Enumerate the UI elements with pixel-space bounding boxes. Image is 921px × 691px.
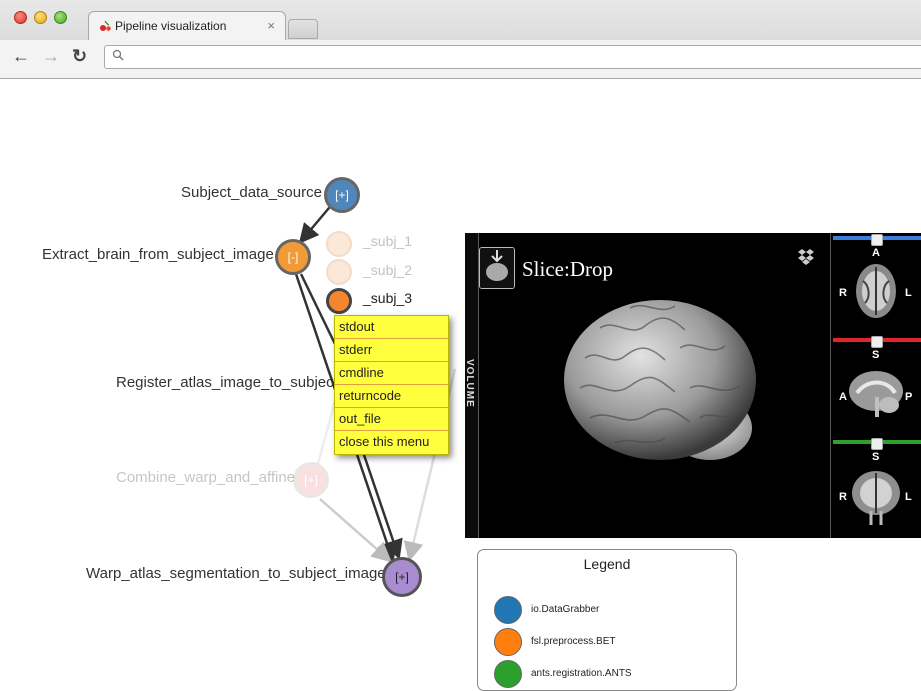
- subject-label-3: _subj_3: [363, 290, 413, 306]
- edge-register-to-combine: [316, 400, 337, 465]
- axial-slice-image: [856, 264, 896, 318]
- subject-label-1: _subj_1: [363, 233, 413, 249]
- volume-tab[interactable]: VOLUME: [464, 233, 479, 538]
- browser-chrome: Pipeline visualization × ← → ↻: [0, 0, 921, 79]
- search-icon: [112, 49, 124, 61]
- tab-close-icon[interactable]: ×: [267, 18, 275, 33]
- subject-node-1[interactable]: [326, 231, 352, 257]
- node-label-warp-atlas: Warp_atlas_segmentation_to_subject_image: [86, 565, 386, 582]
- axial-panel[interactable]: A R L: [831, 233, 921, 331]
- node-label-extract-brain: Extract_brain_from_subject_image: [42, 246, 274, 263]
- node-combine-warp[interactable]: [+]: [293, 462, 329, 498]
- node-subject-data-source[interactable]: [+]: [324, 177, 360, 213]
- toolbar: ← → ↻: [0, 40, 921, 78]
- node-label-subject-data-source: Subject_data_source: [181, 184, 322, 201]
- address-bar[interactable]: [104, 45, 921, 69]
- volume-tab-label: VOLUME: [464, 359, 475, 408]
- expand-button-label: [+]: [304, 473, 318, 487]
- dropbox-icon[interactable]: [797, 249, 815, 265]
- zoom-window-button[interactable]: [54, 11, 67, 24]
- sagittal-slider-thumb[interactable]: [871, 336, 883, 348]
- menu-item-stderr[interactable]: stderr: [335, 339, 448, 362]
- axial-left-label: R: [839, 287, 847, 299]
- legend-swatch-bet: [494, 628, 522, 656]
- slicedrop-logo-icon: [479, 247, 515, 289]
- menu-item-close[interactable]: close this menu: [335, 431, 448, 454]
- sagittal-top-label: S: [872, 349, 880, 361]
- slice-panels: A R L S A P S R L: [830, 233, 921, 538]
- subject-label-2: _subj_2: [363, 262, 413, 278]
- legend-box: Legend io.DataGrabber fsl.preprocess.BET…: [477, 549, 737, 691]
- node-extract-brain[interactable]: [-]: [275, 239, 311, 275]
- page-content: Subject_data_source [+] Extract_brain_fr…: [0, 79, 921, 691]
- legend-swatch-ants: [494, 660, 522, 688]
- coronal-left-label: R: [839, 491, 847, 503]
- node-context-menu: stdout stderr cmdline returncode out_fil…: [334, 315, 449, 455]
- reload-icon[interactable]: ↻: [72, 47, 87, 65]
- sagittal-slice-image: [849, 371, 903, 417]
- menu-item-cmdline[interactable]: cmdline: [335, 362, 448, 385]
- legend-swatch-datagrabber: [494, 596, 522, 624]
- minimize-window-button[interactable]: [34, 11, 47, 24]
- subject-node-3[interactable]: [326, 288, 352, 314]
- legend-label-ants: ants.registration.ANTS: [531, 668, 632, 679]
- node-label-register-atlas: Register_atlas_image_to_subject: [116, 374, 338, 391]
- close-window-button[interactable]: [14, 11, 27, 24]
- slicedrop-viewer[interactable]: VOLUME Slice:Drop A R L S A P S R L: [464, 233, 921, 538]
- active-tab[interactable]: Pipeline visualization ×: [88, 11, 286, 40]
- back-arrow-icon[interactable]: ←: [12, 47, 30, 65]
- legend-title: Legend: [583, 556, 631, 572]
- sagittal-left-label: A: [839, 391, 847, 403]
- sagittal-right-label: P: [905, 391, 913, 403]
- expand-button-label: [+]: [335, 188, 349, 202]
- tab-title: Pipeline visualization: [115, 19, 227, 33]
- axial-slider-thumb[interactable]: [871, 234, 883, 246]
- coronal-right-label: L: [905, 491, 912, 503]
- new-tab-button[interactable]: [288, 19, 318, 39]
- legend-label-datagrabber: io.DataGrabber: [531, 604, 600, 615]
- menu-item-out-file[interactable]: out_file: [335, 408, 448, 431]
- subject-node-2[interactable]: [326, 259, 352, 285]
- cherry-favicon-icon: [100, 20, 111, 31]
- menu-item-returncode[interactable]: returncode: [335, 385, 448, 408]
- edge-combine-to-warp: [319, 498, 392, 563]
- coronal-slice-image: [852, 471, 900, 525]
- menu-item-stdout[interactable]: stdout: [335, 316, 448, 339]
- collapse-button-label: [-]: [287, 250, 299, 264]
- axial-top-label: A: [872, 247, 880, 259]
- coronal-panel[interactable]: S R L: [831, 437, 921, 535]
- sagittal-slider[interactable]: [833, 336, 921, 348]
- node-warp-atlas[interactable]: [+]: [382, 557, 422, 597]
- expand-button-label: [+]: [395, 570, 409, 584]
- coronal-top-label: S: [872, 451, 880, 463]
- brain-3d-render[interactable]: [560, 288, 770, 478]
- sagittal-panel[interactable]: S A P: [831, 335, 921, 433]
- forward-arrow-icon[interactable]: →: [42, 47, 60, 65]
- legend-label-bet: fsl.preprocess.BET: [531, 636, 616, 647]
- node-label-combine-warp: Combine_warp_and_affine: [116, 469, 296, 486]
- app-title: Slice:Drop: [522, 257, 613, 281]
- axial-right-label: L: [905, 287, 912, 299]
- coronal-slider-thumb[interactable]: [871, 438, 883, 450]
- coronal-slider[interactable]: [833, 438, 921, 450]
- axial-slider[interactable]: [833, 234, 921, 246]
